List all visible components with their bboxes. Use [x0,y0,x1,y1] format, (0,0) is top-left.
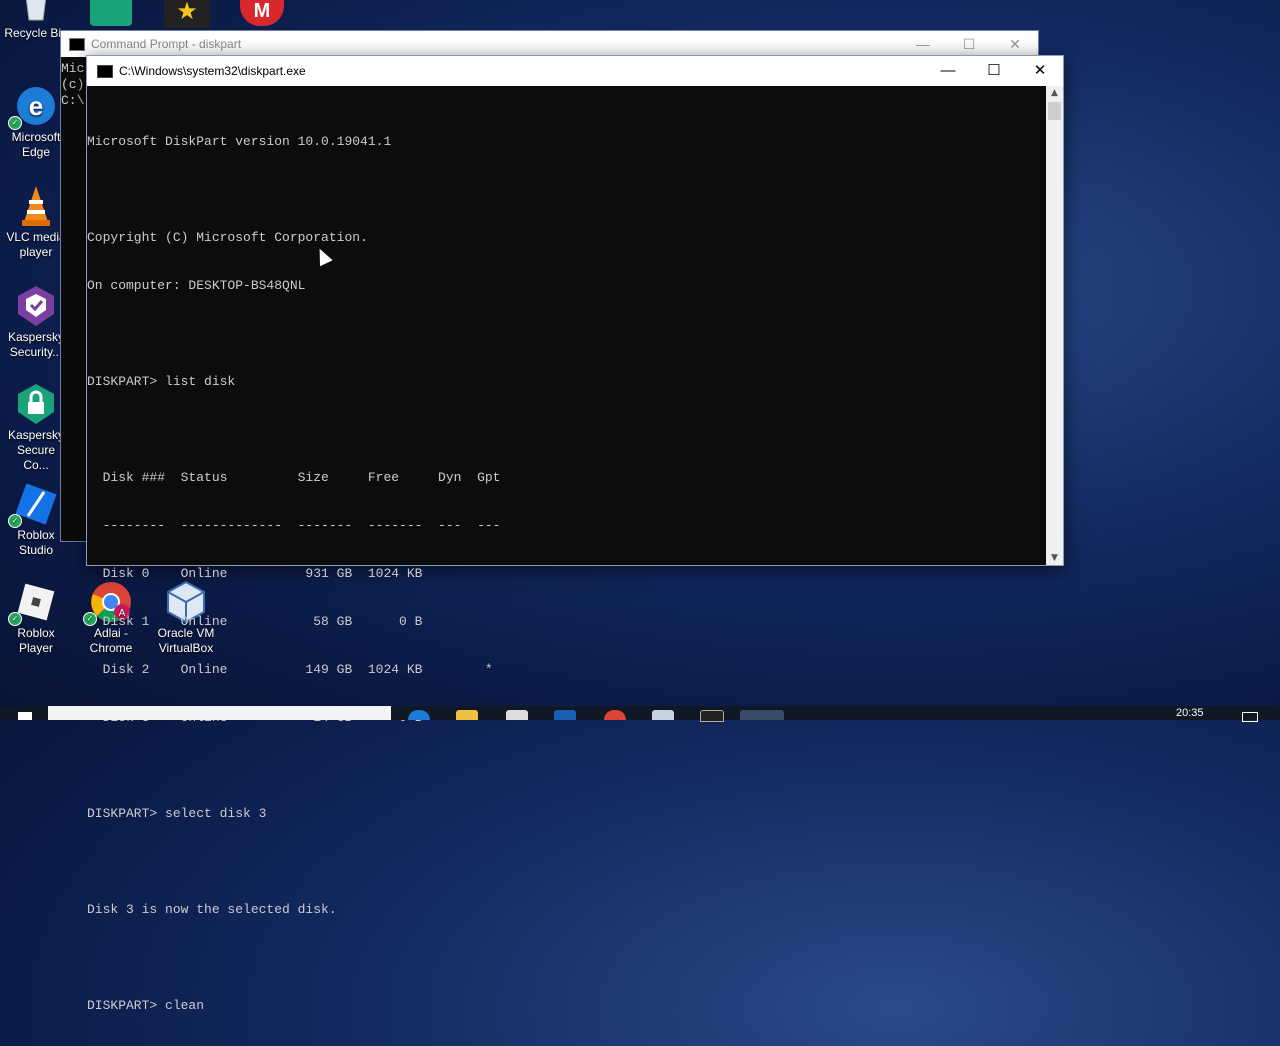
disk-table-header: Disk ### Status Size Free Dyn Gpt [87,470,501,485]
desktop-icon-label: Kaspersky Secure Co... [7,428,65,472]
desktop-icon-kaspersky-secure-connection[interactable]: Kaspersky Secure Co... [4,382,68,473]
window-title: Command Prompt - diskpart [91,37,242,51]
disk-table-row: Disk 2 Online 149 GB 1024 KB * [87,662,493,677]
diskpart-titlebar[interactable]: C:\Windows\system32\diskpart.exe — ☐ ✕ [87,56,1063,86]
taskbar-diskpart-icon[interactable] [740,710,784,720]
desktop-icon-roblox-studio[interactable]: ✓ Roblox Studio [4,482,68,558]
maximize-button[interactable]: ☐ [946,31,992,57]
show-desktop-icon[interactable] [1242,712,1258,722]
desktop-icon-kaspersky-security[interactable]: Kaspersky Security... [4,284,68,360]
desktop-icon-label: Roblox Player [17,626,55,655]
disk-table-row: Disk 1 Online 58 GB 0 B [87,614,423,629]
desktop-icon-label: Recycle Bin [4,26,68,40]
taskbar-store-icon[interactable] [506,710,528,720]
vlc-cone-icon [14,184,58,228]
console-line: DISKPART> list disk [87,374,236,389]
close-button[interactable]: ✕ [1017,56,1063,86]
disk-table-separator: -------- ------------- ------- ------- -… [87,518,501,533]
cmd-icon [97,64,113,78]
svg-text:e: e [29,91,43,121]
roblox-studio-icon: ✓ [8,482,58,528]
console-line: DISKPART> select disk 3 [87,806,267,821]
recycle-bin-icon [14,0,58,24]
checkmark-icon: ✓ [8,514,22,528]
roblox-player-icon: ✓ [8,580,58,626]
desktop-icon-roblox-player[interactable]: ✓ Roblox Player [4,580,68,656]
console-prompt-line[interactable]: DISKPART> clean [87,998,1046,1014]
taskbar-cmd-icon[interactable] [700,710,724,722]
taskbar-search-box[interactable] [48,706,391,720]
checkmark-icon: ✓ [8,116,22,130]
desktop-icon-recycle-bin[interactable]: Recycle Bin [4,0,68,41]
scroll-up-arrow-icon[interactable]: ▲ [1046,86,1063,100]
desktop-icon-label: VLC media player [6,230,66,259]
kaspersky-shield-icon [14,284,58,328]
disk-table-row: Disk 0 Online 931 GB 1024 KB [87,566,423,581]
start-button[interactable] [18,712,32,720]
diskpart-window[interactable]: C:\Windows\system32\diskpart.exe — ☐ ✕ M… [86,55,1064,1013]
window-title: C:\Windows\system32\diskpart.exe [119,64,306,78]
console-line: On computer: DESKTOP-BS48QNL [87,278,306,293]
desktop-icon-microsoft-edge[interactable]: e ✓ Microsoft Edge [4,84,68,160]
console-line: Copyright (C) Microsoft Corporation. [87,230,368,245]
desktop-icon-label: Roblox Studio [17,528,55,557]
top-app-icon-key[interactable] [90,0,132,26]
close-button[interactable]: ✕ [992,31,1038,57]
kaspersky-lock-icon [14,382,58,426]
console-line: Disk 3 is now the selected disk. [87,902,337,917]
taskbar-app-icon[interactable] [554,710,576,720]
minimize-button[interactable]: — [900,31,946,57]
taskbar-app-icon[interactable] [652,710,674,720]
desktop-icon-vlc[interactable]: VLC media player [4,184,68,260]
edge-icon: e ✓ [8,84,58,130]
desktop-icon-label: Microsoft Edge [11,130,61,159]
top-app-icon-star[interactable]: ★ [164,0,210,28]
vertical-scrollbar[interactable]: ▲ ▼ [1046,86,1063,565]
scroll-down-arrow-icon[interactable]: ▼ [1046,551,1063,565]
cmd-icon [69,37,85,51]
maximize-button[interactable]: ☐ [971,56,1017,86]
minimize-button[interactable]: — [925,56,971,86]
console-line: Microsoft DiskPart version 10.0.19041.1 [87,134,392,149]
taskbar-clock[interactable]: 20:35 [1176,707,1204,719]
top-app-icon-mega[interactable]: M [240,0,284,26]
console-output[interactable]: Microsoft DiskPart version 10.0.19041.1 … [87,86,1046,1013]
checkmark-icon: ✓ [8,612,22,626]
taskbar-file-explorer-icon[interactable] [456,710,478,720]
scrollbar-thumb[interactable] [1048,102,1061,120]
desktop-icon-label: Kaspersky Security... [7,330,65,359]
command-prompt-titlebar[interactable]: Command Prompt - diskpart — ☐ ✕ [61,31,1038,57]
